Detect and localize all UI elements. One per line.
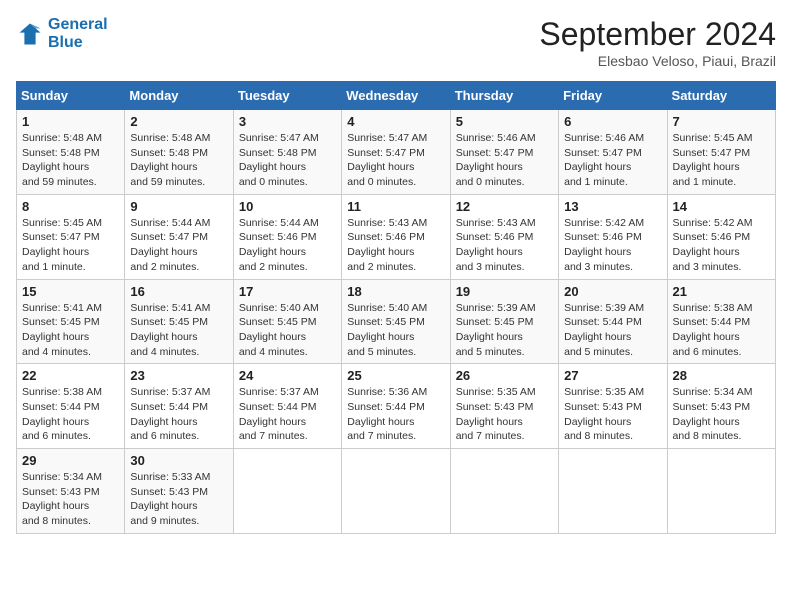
empty-cell (342, 449, 450, 534)
empty-cell (450, 449, 558, 534)
col-tuesday: Tuesday (233, 82, 341, 110)
table-row: 19 Sunrise: 5:39 AM Sunset: 5:45 PM Dayl… (450, 279, 558, 364)
table-row: 18 Sunrise: 5:40 AM Sunset: 5:45 PM Dayl… (342, 279, 450, 364)
table-row: 27 Sunrise: 5:35 AM Sunset: 5:43 PM Dayl… (559, 364, 667, 449)
col-sunday: Sunday (17, 82, 125, 110)
calendar-row: 1 Sunrise: 5:48 AM Sunset: 5:48 PM Dayli… (17, 110, 776, 195)
col-wednesday: Wednesday (342, 82, 450, 110)
col-friday: Friday (559, 82, 667, 110)
table-row: 3 Sunrise: 5:47 AM Sunset: 5:48 PM Dayli… (233, 110, 341, 195)
table-row: 14 Sunrise: 5:42 AM Sunset: 5:46 PM Dayl… (667, 194, 775, 279)
table-row: 2 Sunrise: 5:48 AM Sunset: 5:48 PM Dayli… (125, 110, 233, 195)
table-row: 1 Sunrise: 5:48 AM Sunset: 5:48 PM Dayli… (17, 110, 125, 195)
table-row: 12 Sunrise: 5:43 AM Sunset: 5:46 PM Dayl… (450, 194, 558, 279)
calendar-row: 22 Sunrise: 5:38 AM Sunset: 5:44 PM Dayl… (17, 364, 776, 449)
calendar-row: 8 Sunrise: 5:45 AM Sunset: 5:47 PM Dayli… (17, 194, 776, 279)
table-row: 6 Sunrise: 5:46 AM Sunset: 5:47 PM Dayli… (559, 110, 667, 195)
table-row: 10 Sunrise: 5:44 AM Sunset: 5:46 PM Dayl… (233, 194, 341, 279)
location-subtitle: Elesbao Veloso, Piaui, Brazil (539, 53, 776, 69)
page-header: General Blue September 2024 Elesbao Velo… (16, 16, 776, 69)
logo: General Blue (16, 16, 108, 52)
table-row: 23 Sunrise: 5:37 AM Sunset: 5:44 PM Dayl… (125, 364, 233, 449)
table-row: 26 Sunrise: 5:35 AM Sunset: 5:43 PM Dayl… (450, 364, 558, 449)
col-thursday: Thursday (450, 82, 558, 110)
month-title: September 2024 (539, 16, 776, 53)
empty-cell (559, 449, 667, 534)
table-row: 15 Sunrise: 5:41 AM Sunset: 5:45 PM Dayl… (17, 279, 125, 364)
calendar-header-row: Sunday Monday Tuesday Wednesday Thursday… (17, 82, 776, 110)
table-row: 11 Sunrise: 5:43 AM Sunset: 5:46 PM Dayl… (342, 194, 450, 279)
table-row: 22 Sunrise: 5:38 AM Sunset: 5:44 PM Dayl… (17, 364, 125, 449)
table-row: 9 Sunrise: 5:44 AM Sunset: 5:47 PM Dayli… (125, 194, 233, 279)
col-monday: Monday (125, 82, 233, 110)
table-row: 21 Sunrise: 5:38 AM Sunset: 5:44 PM Dayl… (667, 279, 775, 364)
col-saturday: Saturday (667, 82, 775, 110)
title-block: September 2024 Elesbao Veloso, Piaui, Br… (539, 16, 776, 69)
logo-text: General Blue (48, 16, 108, 52)
table-row: 13 Sunrise: 5:42 AM Sunset: 5:46 PM Dayl… (559, 194, 667, 279)
table-row: 20 Sunrise: 5:39 AM Sunset: 5:44 PM Dayl… (559, 279, 667, 364)
table-row: 7 Sunrise: 5:45 AM Sunset: 5:47 PM Dayli… (667, 110, 775, 195)
table-row: 16 Sunrise: 5:41 AM Sunset: 5:45 PM Dayl… (125, 279, 233, 364)
table-row: 24 Sunrise: 5:37 AM Sunset: 5:44 PM Dayl… (233, 364, 341, 449)
empty-cell (667, 449, 775, 534)
table-row: 17 Sunrise: 5:40 AM Sunset: 5:45 PM Dayl… (233, 279, 341, 364)
table-row: 28 Sunrise: 5:34 AM Sunset: 5:43 PM Dayl… (667, 364, 775, 449)
table-row: 4 Sunrise: 5:47 AM Sunset: 5:47 PM Dayli… (342, 110, 450, 195)
table-row: 5 Sunrise: 5:46 AM Sunset: 5:47 PM Dayli… (450, 110, 558, 195)
logo-icon (16, 20, 44, 48)
empty-cell (233, 449, 341, 534)
table-row: 8 Sunrise: 5:45 AM Sunset: 5:47 PM Dayli… (17, 194, 125, 279)
table-row: 25 Sunrise: 5:36 AM Sunset: 5:44 PM Dayl… (342, 364, 450, 449)
table-row: 29 Sunrise: 5:34 AM Sunset: 5:43 PM Dayl… (17, 449, 125, 534)
table-row: 30 Sunrise: 5:33 AM Sunset: 5:43 PM Dayl… (125, 449, 233, 534)
calendar-row: 29 Sunrise: 5:34 AM Sunset: 5:43 PM Dayl… (17, 449, 776, 534)
calendar-row: 15 Sunrise: 5:41 AM Sunset: 5:45 PM Dayl… (17, 279, 776, 364)
calendar-table: Sunday Monday Tuesday Wednesday Thursday… (16, 81, 776, 534)
